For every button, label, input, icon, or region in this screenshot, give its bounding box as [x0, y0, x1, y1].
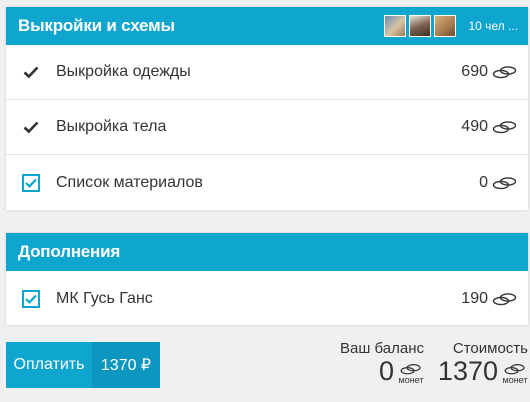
balance-block: Ваш баланс 0 монет	[328, 340, 424, 385]
list-item[interactable]: Выкройка одежды 690	[6, 45, 528, 100]
checkbox-checked-icon	[22, 173, 40, 192]
checkout-footer: Оплатить 1370 ₽ Ваш баланс 0 монет Стоим…	[6, 340, 528, 390]
avatar[interactable]	[434, 15, 457, 37]
avatar-group[interactable]	[384, 15, 457, 37]
addons-header: Дополнения	[6, 233, 528, 271]
pay-button-sum: 1370 ₽	[92, 342, 160, 388]
patterns-card: Выкройки и схемы 10 чел ... Выкройка оде…	[6, 7, 528, 210]
item-label: МК Гусь Ганс	[56, 289, 153, 307]
addons-card: Дополнения МК Гусь Ганс 190	[6, 233, 528, 325]
item-price: 0	[479, 173, 488, 191]
pay-button-label: Оплатить	[13, 356, 85, 373]
cost-caption: Стоимость	[452, 340, 528, 357]
cost-unit: монет	[502, 375, 528, 385]
coins-icon	[492, 66, 517, 79]
cost-value: 1370	[437, 356, 498, 386]
people-count[interactable]: 10 чел ...	[468, 19, 518, 33]
coins-icon	[492, 292, 517, 305]
item-price: 490	[461, 118, 488, 135]
list-item[interactable]: МК Гусь Ганс 190	[6, 271, 528, 326]
item-label: Список материалов	[56, 173, 203, 191]
item-price: 190	[461, 289, 488, 307]
check-icon	[20, 116, 42, 138]
patterns-header: Выкройки и схемы 10 чел ...	[6, 7, 528, 45]
balance-caption: Ваш баланс	[339, 340, 424, 357]
addon-checkbox[interactable]	[20, 288, 42, 310]
addons-title: Дополнения	[18, 242, 121, 261]
materials-checkbox[interactable]	[20, 172, 42, 194]
coins-icon	[504, 364, 525, 375]
balance-unit: монет	[398, 375, 424, 385]
item-label: Выкройка тела	[56, 118, 167, 135]
avatar[interactable]	[384, 15, 407, 37]
list-item[interactable]: Список материалов 0	[6, 155, 528, 210]
coins-icon	[492, 176, 517, 189]
coins-icon	[400, 364, 421, 375]
patterns-title: Выкройки и схемы	[18, 16, 175, 35]
avatar[interactable]	[409, 15, 432, 37]
list-item[interactable]: Выкройка тела 490	[6, 100, 528, 155]
cost-block: Стоимость 1370 монет	[432, 340, 528, 385]
checkbox-checked-icon	[22, 289, 40, 308]
coins-icon	[492, 121, 517, 134]
check-icon	[20, 61, 42, 83]
item-label: Выкройка одежды	[56, 63, 191, 80]
item-price: 690	[461, 63, 488, 80]
balance-value: 0	[378, 356, 394, 386]
pay-button[interactable]: Оплатить 1370 ₽	[6, 342, 160, 388]
